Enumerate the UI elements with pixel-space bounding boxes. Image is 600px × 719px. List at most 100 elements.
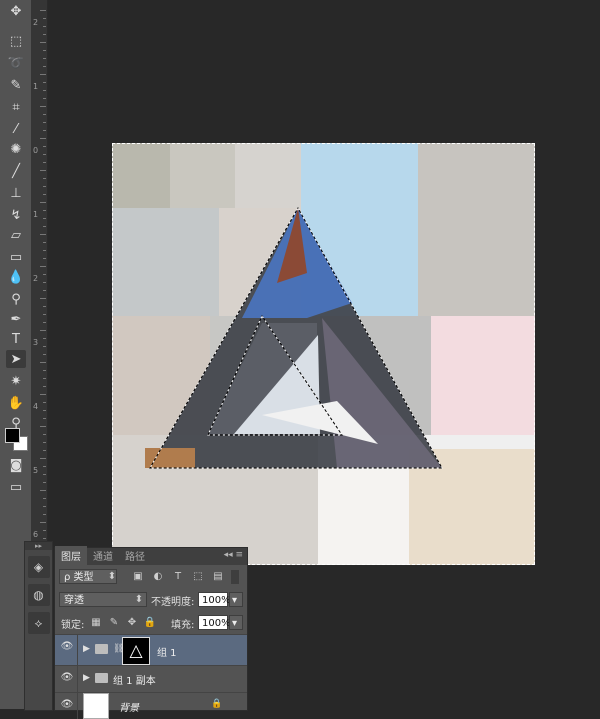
ruler-tick: [43, 146, 46, 147]
dodge-tool-icon[interactable]: ⚲: [6, 290, 26, 308]
ruler-tick: [43, 50, 46, 51]
panel-menu-icon[interactable]: ◂◂ ≡: [224, 550, 243, 560]
opacity-dropdown-button[interactable]: ▾: [229, 592, 243, 607]
ruler-tick: [43, 186, 46, 187]
filter-type-icon[interactable]: T: [171, 570, 185, 584]
fill-dropdown-button[interactable]: ▾: [229, 615, 243, 630]
quick-mask-icon[interactable]: ◙: [6, 456, 26, 474]
lock-label: 锁定:: [61, 620, 85, 631]
history-brush-icon[interactable]: ↯: [6, 206, 26, 224]
fill-input[interactable]: 100%: [198, 615, 231, 630]
ruler-tick: [43, 530, 46, 531]
filter-type-icon[interactable]: ▤: [211, 570, 225, 584]
filter-type-icon[interactable]: ▣: [131, 570, 145, 584]
path-select-tool-icon[interactable]: ➤: [6, 350, 26, 368]
layers-panel-icon[interactable]: ◈: [27, 556, 50, 578]
filter-toggle-switch[interactable]: [231, 570, 239, 584]
opacity-input[interactable]: 100%: [198, 592, 231, 607]
lock-option-icon[interactable]: 🔒: [143, 616, 157, 630]
lock-option-icon[interactable]: ✥: [125, 616, 139, 630]
healing-tool-icon[interactable]: ✺: [6, 140, 26, 158]
triangle-selection-reveal: [145, 206, 443, 469]
layer-row[interactable]: 👁 背景 🔒: [55, 692, 247, 719]
layer-row[interactable]: 👁 ▶ ⛓ △ 组 1: [55, 634, 247, 665]
marquee-tool-icon[interactable]: ⬚: [6, 32, 26, 50]
quick-select-tool-icon[interactable]: ✎: [6, 76, 26, 94]
panel-tab[interactable]: 路径: [119, 546, 151, 565]
ruler-tick: [43, 162, 46, 163]
ruler-tick: [43, 282, 46, 283]
lock-row: 锁定: ▦ ✎ ✥ 🔒 填充: 100% ▾: [55, 611, 247, 634]
lasso-tool-icon[interactable]: ➰: [6, 54, 26, 72]
panel-tab[interactable]: 通道: [87, 546, 119, 565]
ruler-tick: [40, 330, 46, 331]
ruler-tick: [43, 58, 46, 59]
paths-panel-icon[interactable]: ⟡: [27, 612, 50, 634]
layer-name[interactable]: 组 1: [157, 644, 177, 659]
ruler-tick: [40, 42, 46, 43]
crop-tool-icon[interactable]: ⌗: [6, 98, 26, 116]
ruler-tick: [43, 66, 46, 67]
stamp-tool-icon[interactable]: ⊥: [6, 184, 26, 202]
ruler-tick: [43, 34, 46, 35]
ruler-tick: [43, 402, 46, 403]
layer-thumbnail[interactable]: [83, 693, 109, 719]
ruler-tick: [40, 10, 46, 11]
ruler-tick: [40, 234, 46, 235]
ruler-tick: [40, 106, 46, 107]
ruler-tick: [43, 346, 46, 347]
blur-tool-icon[interactable]: 💧: [6, 268, 26, 286]
expand-arrow-icon[interactable]: ▶: [83, 644, 90, 654]
move-tool-icon[interactable]: ✥: [6, 2, 26, 20]
filter-arrow-icon: ⬍: [107, 571, 117, 582]
blend-row: 穿透 ⬍ 不透明度: 100% ▾: [55, 588, 247, 611]
ruler-tick: [43, 482, 46, 483]
pen-tool-icon[interactable]: ✒: [6, 310, 26, 328]
ruler-tick: [43, 338, 46, 339]
ruler-tick: [40, 426, 46, 427]
ruler-tick: [43, 306, 46, 307]
ruler-tick: [43, 442, 46, 443]
hand-tool-icon[interactable]: ✋: [6, 394, 26, 412]
document-canvas[interactable]: [112, 143, 535, 565]
ruler-tick: [40, 298, 46, 299]
layer-name[interactable]: 组 1 副本: [113, 672, 156, 687]
ruler-tick: [43, 354, 46, 355]
ruler-tick: [43, 410, 46, 411]
expand-arrow-icon[interactable]: ▶: [83, 673, 90, 683]
ruler-tick: [43, 218, 46, 219]
ruler-tick: [43, 514, 46, 515]
panel-tab[interactable]: 图层: [55, 546, 87, 565]
ruler-tick: [40, 522, 46, 523]
lock-option-icon[interactable]: ✎: [107, 616, 121, 630]
gradient-tool-icon[interactable]: ▭: [6, 248, 26, 266]
ruler-tick: [40, 138, 46, 139]
visibility-eye-icon[interactable]: 👁: [60, 642, 74, 652]
ruler-tick: [43, 274, 46, 275]
panel-collapse-icon[interactable]: ▸▸: [25, 542, 52, 550]
visibility-eye-icon[interactable]: 👁: [60, 673, 74, 683]
type-tool-icon[interactable]: T: [6, 330, 26, 348]
brush-tool-icon[interactable]: ╱: [6, 162, 26, 180]
eyedropper-tool-icon[interactable]: ⁄: [6, 120, 26, 138]
filter-type-icon[interactable]: ⬚: [191, 570, 205, 584]
column-divider: [77, 666, 78, 692]
opacity-label: 不透明度:: [151, 597, 195, 608]
ruler-label: 1: [33, 82, 39, 91]
ruler-tick: [43, 194, 46, 195]
foreground-color-swatch[interactable]: [5, 428, 20, 443]
ruler-tick: [40, 394, 46, 395]
adjustments-panel-icon[interactable]: ◍: [27, 584, 50, 606]
eraser-tool-icon[interactable]: ▱: [6, 226, 26, 244]
lock-option-icon[interactable]: ▦: [89, 616, 103, 630]
screen-mode-icon[interactable]: ▭: [6, 478, 26, 496]
panel-dock-strip: ▸▸ ◈ ◍ ⟡: [24, 541, 53, 711]
layer-name[interactable]: 背景: [119, 699, 139, 714]
ruler-tick: [43, 434, 46, 435]
ruler-label: 0: [33, 146, 39, 155]
layer-row[interactable]: 👁 ▶ 组 1 副本: [55, 665, 247, 692]
layer-mask-thumbnail[interactable]: △: [122, 637, 150, 665]
shape-tool-icon[interactable]: ✷: [6, 372, 26, 390]
filter-type-icon[interactable]: ◐: [151, 570, 165, 584]
folder-icon: [95, 673, 108, 683]
